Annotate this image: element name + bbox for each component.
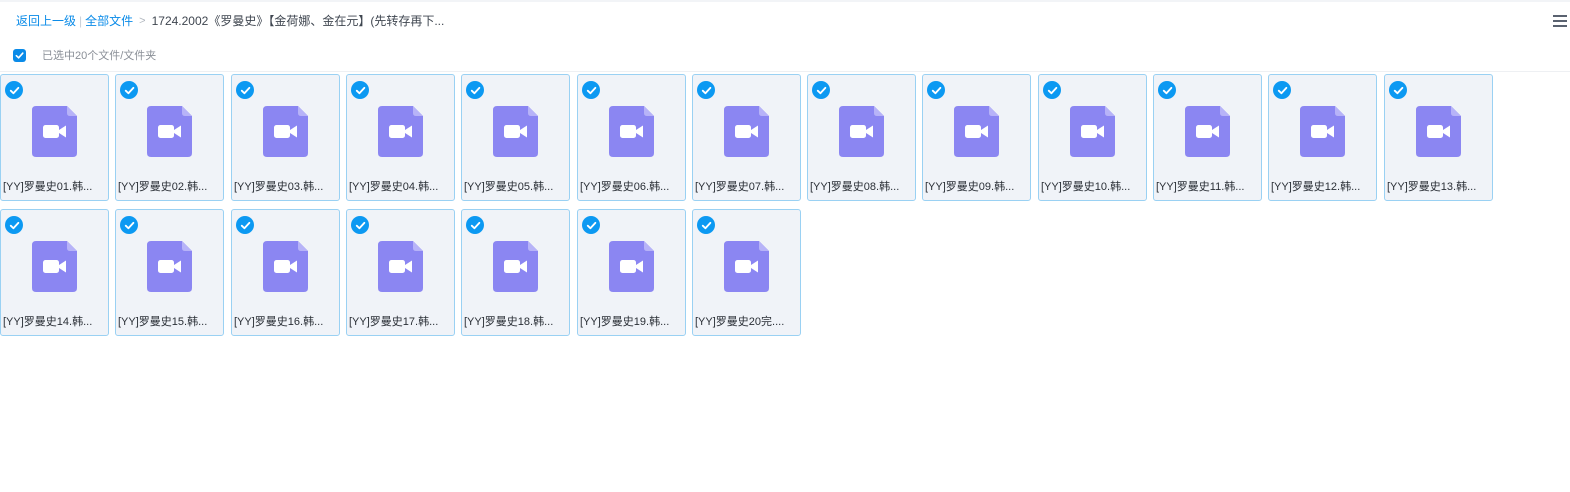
- video-file-icon: [378, 241, 423, 292]
- toolbar-divider: [0, 71, 1570, 72]
- video-file-icon: [1416, 106, 1461, 157]
- video-file-icon: [32, 106, 77, 157]
- video-file-icon: [724, 106, 769, 157]
- video-file-icon: [493, 241, 538, 292]
- selected-check-icon[interactable]: [697, 216, 715, 234]
- file-tile[interactable]: [YY]罗曼史04.韩...: [346, 74, 455, 201]
- video-file-icon: [1070, 106, 1115, 157]
- file-tile[interactable]: [YY]罗曼史17.韩...: [346, 209, 455, 336]
- selected-check-icon[interactable]: [1158, 81, 1176, 99]
- file-tile[interactable]: [YY]罗曼史10.韩...: [1038, 74, 1147, 201]
- selected-check-icon[interactable]: [466, 81, 484, 99]
- file-name: [YY]罗曼史06.韩...: [580, 181, 670, 193]
- selected-check-icon[interactable]: [236, 81, 254, 99]
- selected-check-icon[interactable]: [582, 216, 600, 234]
- selected-check-icon[interactable]: [927, 81, 945, 99]
- file-name: [YY]罗曼史17.韩...: [349, 316, 439, 328]
- file-name: [YY]罗曼史15.韩...: [118, 316, 208, 328]
- file-name: [YY]罗曼史07.韩...: [695, 181, 785, 193]
- video-file-icon: [32, 241, 77, 292]
- file-name: [YY]罗曼史10.韩...: [1041, 181, 1131, 193]
- file-name: [YY]罗曼史13.韩...: [1387, 181, 1477, 193]
- selected-check-icon[interactable]: [120, 81, 138, 99]
- video-file-icon: [609, 241, 654, 292]
- file-tile[interactable]: [YY]罗曼史19.韩...: [577, 209, 686, 336]
- breadcrumb-arrow: >: [139, 15, 146, 27]
- video-file-icon: [954, 106, 999, 157]
- file-tile[interactable]: [YY]罗曼史11.韩...: [1153, 74, 1262, 201]
- video-file-icon: [1300, 106, 1345, 157]
- file-name: [YY]罗曼史03.韩...: [234, 181, 324, 193]
- hamburger-menu-icon[interactable]: [1553, 15, 1569, 29]
- file-tile[interactable]: [YY]罗曼史13.韩...: [1384, 74, 1493, 201]
- checkmark-icon: [15, 51, 24, 59]
- video-file-icon: [263, 106, 308, 157]
- file-tile[interactable]: [YY]罗曼史07.韩...: [692, 74, 801, 201]
- file-name: [YY]罗曼史16.韩...: [234, 316, 324, 328]
- file-tile[interactable]: [YY]罗曼史14.韩...: [0, 209, 109, 336]
- video-file-icon: [724, 241, 769, 292]
- video-file-icon: [1185, 106, 1230, 157]
- file-name: [YY]罗曼史01.韩...: [3, 181, 93, 193]
- select-all-checkbox[interactable]: [13, 48, 26, 62]
- file-name: [YY]罗曼史11.韩...: [1156, 181, 1245, 193]
- file-name: [YY]罗曼史18.韩...: [464, 316, 554, 328]
- selected-check-icon[interactable]: [466, 216, 484, 234]
- file-tile[interactable]: [YY]罗曼史06.韩...: [577, 74, 686, 201]
- file-name: [YY]罗曼史08.韩...: [810, 181, 900, 193]
- selected-check-icon[interactable]: [351, 81, 369, 99]
- file-name: [YY]罗曼史20完....: [695, 316, 785, 328]
- file-tile[interactable]: [YY]罗曼史18.韩...: [461, 209, 570, 336]
- file-name: [YY]罗曼史02.韩...: [118, 181, 208, 193]
- file-tile[interactable]: [YY]罗曼史05.韩...: [461, 74, 570, 201]
- selected-check-icon[interactable]: [5, 216, 23, 234]
- selected-check-icon[interactable]: [1043, 81, 1061, 99]
- file-name: [YY]罗曼史14.韩...: [3, 316, 93, 328]
- selection-count-text: 已选中20个文件/文件夹: [42, 50, 157, 62]
- video-file-icon: [839, 106, 884, 157]
- selection-bar: 已选中20个文件/文件夹: [13, 47, 156, 63]
- selected-check-icon[interactable]: [1389, 81, 1407, 99]
- selected-check-icon[interactable]: [120, 216, 138, 234]
- file-name: [YY]罗曼史12.韩...: [1271, 181, 1361, 193]
- file-name: [YY]罗曼史04.韩...: [349, 181, 439, 193]
- file-name: [YY]罗曼史09.韩...: [925, 181, 1015, 193]
- current-folder-name: 1724.2002《罗曼史》【金荷娜、金在元】(先转存再下...: [151, 14, 445, 28]
- video-file-icon: [147, 106, 192, 157]
- file-tile[interactable]: [YY]罗曼史01.韩...: [0, 74, 109, 201]
- all-files-link[interactable]: 全部文件: [85, 13, 133, 29]
- top-border: [0, 0, 1570, 2]
- file-tile[interactable]: [YY]罗曼史08.韩...: [807, 74, 916, 201]
- video-file-icon: [378, 106, 423, 157]
- file-tile[interactable]: [YY]罗曼史16.韩...: [231, 209, 340, 336]
- breadcrumb: 返回上一级 | 全部文件 > 1724.2002《罗曼史》【金荷娜、金在元】(先…: [16, 13, 444, 29]
- selected-check-icon[interactable]: [697, 81, 715, 99]
- file-tile[interactable]: [YY]罗曼史12.韩...: [1268, 74, 1377, 201]
- selected-check-icon[interactable]: [236, 216, 254, 234]
- video-file-icon: [263, 241, 308, 292]
- breadcrumb-divider: |: [79, 14, 83, 28]
- selected-check-icon[interactable]: [812, 81, 830, 99]
- selected-check-icon[interactable]: [1273, 81, 1291, 99]
- file-tile[interactable]: [YY]罗曼史02.韩...: [115, 74, 224, 201]
- video-file-icon: [493, 106, 538, 157]
- back-link[interactable]: 返回上一级: [16, 13, 76, 29]
- selected-check-icon[interactable]: [5, 81, 23, 99]
- selected-check-icon[interactable]: [582, 81, 600, 99]
- file-tile[interactable]: [YY]罗曼史03.韩...: [231, 74, 340, 201]
- video-file-icon: [147, 241, 192, 292]
- video-file-icon: [609, 106, 654, 157]
- file-name: [YY]罗曼史05.韩...: [464, 181, 554, 193]
- selected-check-icon[interactable]: [351, 216, 369, 234]
- file-name: [YY]罗曼史19.韩...: [580, 316, 670, 328]
- file-tile[interactable]: [YY]罗曼史20完....: [692, 209, 801, 336]
- file-tile[interactable]: [YY]罗曼史15.韩...: [115, 209, 224, 336]
- file-tile[interactable]: [YY]罗曼史09.韩...: [922, 74, 1031, 201]
